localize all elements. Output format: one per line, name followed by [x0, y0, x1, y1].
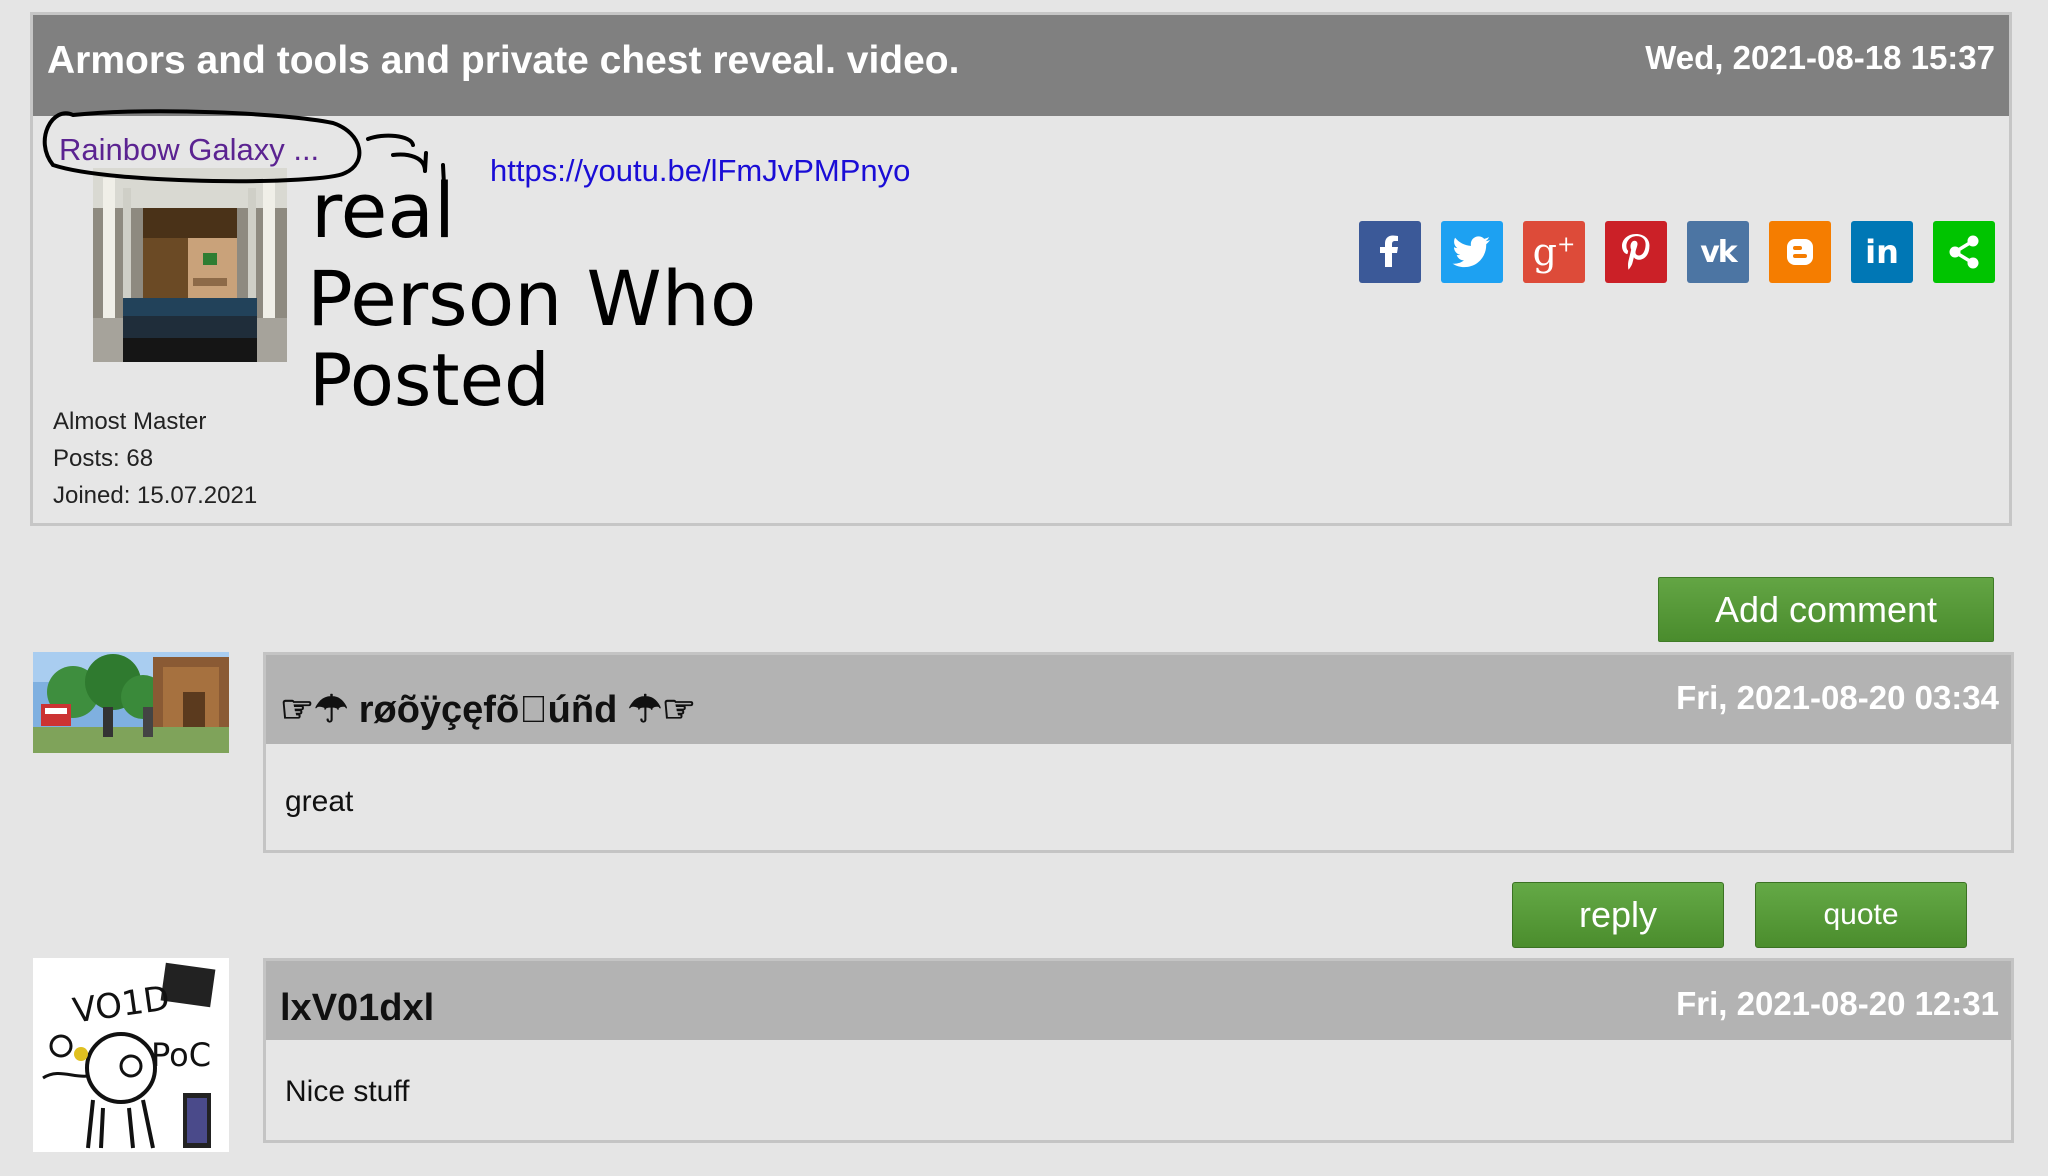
commenter-avatar[interactable]: VO1D PoC [33, 958, 229, 1152]
author-joined: Joined: 15.07.2021 [53, 482, 258, 509]
generic-share-button[interactable] [1933, 221, 1995, 283]
quote-button[interactable]: quote [1755, 882, 1967, 948]
share-bar: g+ vk in [1359, 221, 1995, 283]
comment-date: Fri, 2021-08-20 03:34 [1676, 679, 1999, 716]
annotation-line-2: Person Who [307, 254, 756, 343]
facebook-icon [1380, 235, 1398, 267]
comment-author[interactable]: ☞☂ røõÿçęfõ􀀀úñd ☂☞ [280, 687, 696, 732]
author-posts: Posts: 68 [53, 445, 154, 472]
author-avatar[interactable] [93, 168, 287, 362]
pinterest-icon [1622, 234, 1650, 270]
add-comment-button[interactable]: Add comment [1658, 577, 1994, 642]
linkedin-share-button[interactable]: in [1851, 221, 1913, 283]
facebook-share-button[interactable] [1359, 221, 1421, 283]
comment-card: lxV01dxl Fri, 2021-08-20 12:31 Nice stuf… [263, 958, 2014, 1143]
comment-body: great [285, 785, 354, 818]
twitter-share-button[interactable] [1441, 221, 1503, 283]
author-rank: Almost Master [53, 408, 207, 435]
vk-icon: vk [1700, 234, 1737, 270]
post-date: Wed, 2021-08-18 15:37 [1645, 39, 1995, 76]
comment-body: Nice stuff [285, 1075, 410, 1108]
video-link[interactable]: https://youtu.be/lFmJvPMPnyo [490, 153, 910, 189]
post-header: Armors and tools and private chest revea… [33, 15, 2009, 116]
commenter-avatar[interactable] [33, 652, 229, 753]
reply-button[interactable]: reply [1512, 882, 1724, 948]
comment-date: Fri, 2021-08-20 12:31 [1676, 985, 1999, 1022]
google-plus-share-button[interactable]: g+ [1523, 221, 1585, 283]
blogger-share-button[interactable] [1769, 221, 1831, 283]
post-title: Armors and tools and private chest revea… [47, 39, 960, 82]
annotation-line-1: real [311, 166, 455, 255]
annotation-line-3: Posted [309, 338, 550, 422]
twitter-icon [1452, 236, 1490, 268]
share-icon [1949, 235, 1979, 269]
pinterest-share-button[interactable] [1605, 221, 1667, 283]
comment-author[interactable]: lxV01dxl [280, 987, 434, 1030]
comment-card: ☞☂ røõÿçęfõ􀀀úñd ☂☞ Fri, 2021-08-20 03:34… [263, 652, 2014, 853]
comment-header: ☞☂ røõÿçęfõ􀀀úñd ☂☞ Fri, 2021-08-20 03:34 [266, 655, 2011, 744]
svg-text:PoC: PoC [151, 1036, 211, 1074]
linkedin-icon: in [1865, 233, 1899, 271]
google-plus-icon: g+ [1532, 230, 1576, 274]
comment-header: lxV01dxl Fri, 2021-08-20 12:31 [266, 961, 2011, 1040]
author-name-link[interactable]: Rainbow Galaxy ... [59, 132, 319, 168]
vk-share-button[interactable]: vk [1687, 221, 1749, 283]
blogger-icon [1787, 239, 1813, 265]
forum-post: Armors and tools and private chest revea… [30, 12, 2012, 526]
